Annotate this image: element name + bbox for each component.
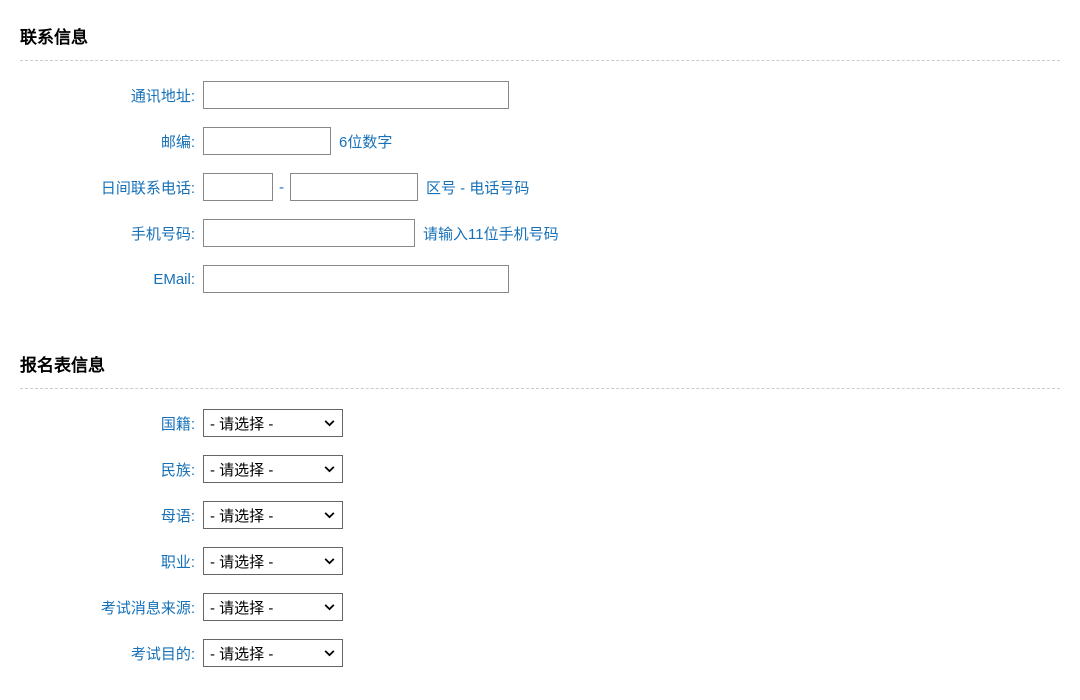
row-exam-source: 考试消息来源: - 请选择 -: [20, 593, 1060, 621]
email-label: EMail:: [20, 271, 195, 288]
nationality-select-value: - 请选择 -: [210, 413, 273, 434]
chevron-down-icon: [323, 509, 336, 522]
mother-tongue-label: 母语:: [20, 505, 195, 526]
occupation-select-value: - 请选择 -: [210, 551, 273, 572]
chevron-down-icon: [323, 417, 336, 430]
exam-purpose-select[interactable]: - 请选择 -: [203, 639, 343, 667]
postcode-hint: 6位数字: [339, 131, 392, 152]
row-mother-tongue: 母语: - 请选择 -: [20, 501, 1060, 529]
ethnicity-select[interactable]: - 请选择 -: [203, 455, 343, 483]
exam-source-select-value: - 请选择 -: [210, 597, 273, 618]
mother-tongue-select[interactable]: - 请选择 -: [203, 501, 343, 529]
occupation-select[interactable]: - 请选择 -: [203, 547, 343, 575]
row-occupation: 职业: - 请选择 -: [20, 547, 1060, 575]
row-dayphone: 日间联系电话: - 区号 - 电话号码: [20, 173, 1060, 201]
ethnicity-label: 民族:: [20, 459, 195, 480]
mobile-label: 手机号码:: [20, 223, 195, 244]
chevron-down-icon: [323, 601, 336, 614]
row-nationality: 国籍: - 请选择 -: [20, 409, 1060, 437]
exam-source-label: 考试消息来源:: [20, 597, 195, 618]
nationality-label: 国籍:: [20, 413, 195, 434]
row-address: 通讯地址:: [20, 81, 1060, 109]
chevron-down-icon: [323, 647, 336, 660]
row-postcode: 邮编: 6位数字: [20, 127, 1060, 155]
exam-source-select[interactable]: - 请选择 -: [203, 593, 343, 621]
reginfo-section-title: 报名表信息: [20, 351, 1060, 376]
row-ethnicity: 民族: - 请选择 -: [20, 455, 1060, 483]
occupation-label: 职业:: [20, 551, 195, 572]
exam-purpose-select-value: - 请选择 -: [210, 643, 273, 664]
row-mobile: 手机号码: 请输入11位手机号码: [20, 219, 1060, 247]
chevron-down-icon: [323, 463, 336, 476]
phone-input[interactable]: [290, 173, 418, 201]
areacode-input[interactable]: [203, 173, 273, 201]
ethnicity-select-value: - 请选择 -: [210, 459, 273, 480]
nationality-select[interactable]: - 请选择 -: [203, 409, 343, 437]
address-input[interactable]: [203, 81, 509, 109]
chevron-down-icon: [323, 555, 336, 568]
address-label: 通讯地址:: [20, 85, 195, 106]
phone-dash: -: [279, 179, 284, 196]
row-exam-purpose: 考试目的: - 请选择 -: [20, 639, 1060, 667]
email-input[interactable]: [203, 265, 509, 293]
mother-tongue-select-value: - 请选择 -: [210, 505, 273, 526]
contact-section-title: 联系信息: [20, 23, 1060, 48]
postcode-input[interactable]: [203, 127, 331, 155]
mobile-input[interactable]: [203, 219, 415, 247]
mobile-hint: 请输入11位手机号码: [423, 223, 559, 244]
divider: [20, 388, 1060, 389]
postcode-label: 邮编:: [20, 131, 195, 152]
divider: [20, 60, 1060, 61]
dayphone-hint: 区号 - 电话号码: [426, 177, 529, 198]
row-email: EMail:: [20, 265, 1060, 293]
exam-purpose-label: 考试目的:: [20, 643, 195, 664]
dayphone-label: 日间联系电话:: [20, 177, 195, 198]
